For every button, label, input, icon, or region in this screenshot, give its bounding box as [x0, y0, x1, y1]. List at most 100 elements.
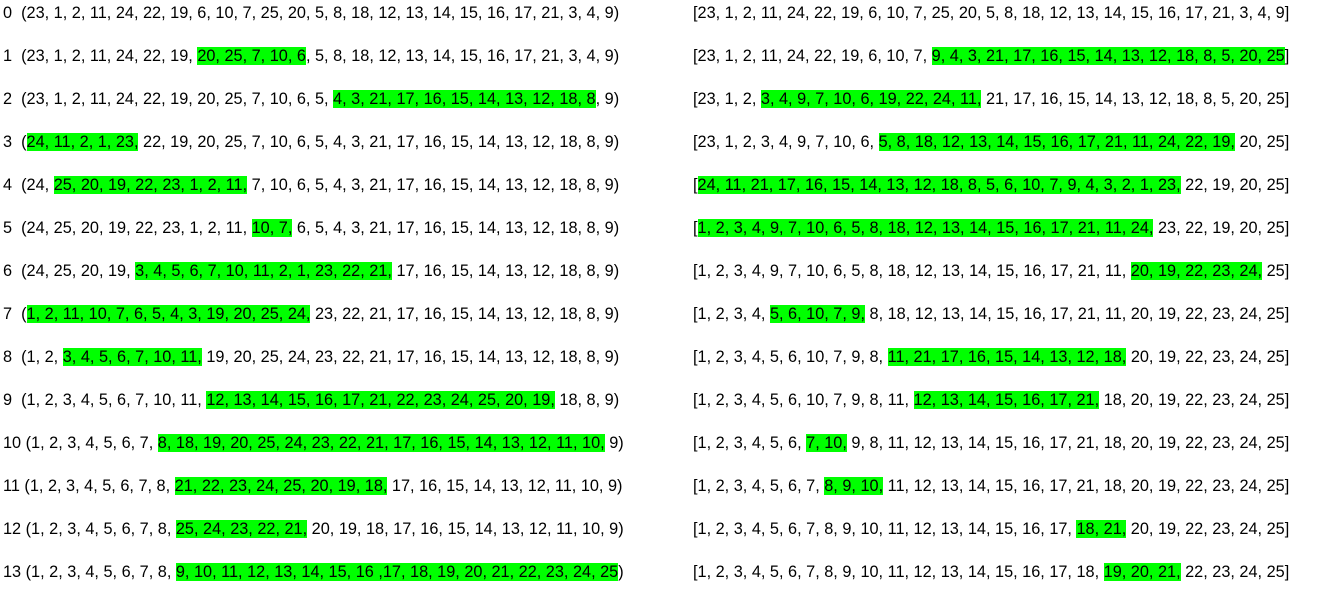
text-segment: 2 (23, 1, 2, 11, 24, 22, 19, 20, 25, 7, … — [3, 90, 334, 108]
text-segment: 9) — [604, 434, 624, 452]
text-segment: 8 (1, 2, — [3, 348, 63, 366]
text-segment: [1, 2, 3, 4, — [693, 305, 770, 323]
list-row: [1, 2, 3, 4, 5, 6, 7, 10, 9, 8, 11, 12, … — [693, 430, 1289, 473]
highlighted-segment: 12, 13, 14, 15, 16, 17, 21, 22, 23, 24, … — [206, 391, 555, 409]
text-segment: 4 (24, — [3, 176, 54, 194]
list-row: [1, 2, 3, 4, 5, 6, 10, 7, 9, 8, 11, 12, … — [693, 387, 1289, 430]
list-row: [24, 11, 21, 17, 16, 15, 14, 13, 12, 18,… — [693, 172, 1289, 215]
text-segment: 23, 22, 21, 17, 16, 15, 14, 13, 12, 18, … — [310, 305, 620, 323]
highlighted-segment: 10, 7, — [251, 219, 293, 237]
tuple-column: 0 (23, 1, 2, 11, 24, 22, 19, 6, 10, 7, 2… — [3, 0, 624, 602]
text-segment: 11 (1, 2, 3, 4, 5, 6, 7, 8, — [3, 477, 175, 495]
text-segment: 13 (1, 2, 3, 4, 5, 6, 7, 8, — [3, 563, 176, 581]
highlighted-segment: 11, 21, 17, 16, 15, 14, 13, 12, 18, — [887, 348, 1127, 366]
text-segment: 17, 16, 15, 14, 13, 12, 18, 8, 9) — [391, 262, 620, 280]
highlighted-segment: 18, 21, — [1076, 520, 1127, 538]
text-segment: [1, 2, 3, 4, 5, 6, 10, 7, 9, 8, 11, — [693, 391, 914, 409]
highlighted-segment: 25, 24, 23, 22, 21, — [175, 520, 308, 538]
tuple-row: 6 (24, 25, 20, 19, 3, 4, 5, 6, 7, 10, 11… — [3, 258, 624, 301]
text-segment: [1, 2, 3, 4, 5, 6, — [693, 434, 807, 452]
highlighted-segment: 21, 22, 23, 24, 25, 20, 19, 18, — [174, 477, 388, 495]
text-segment: ] — [1284, 47, 1290, 65]
text-segment: 20, 19, 22, 23, 24, 25] — [1126, 520, 1290, 538]
highlighted-segment: 24, 11, 2, 1, 23, — [26, 133, 139, 151]
text-segment: 0 (23, 1, 2, 11, 24, 22, 19, 6, 10, 7, 2… — [3, 4, 620, 22]
text-segment: 18, 20, 19, 22, 23, 24, 25] — [1099, 391, 1290, 409]
list-column: [23, 1, 2, 11, 24, 22, 19, 6, 10, 7, 25,… — [693, 0, 1289, 602]
text-segment: 22, 19, 20, 25] — [1180, 176, 1290, 194]
tuple-row: 9 (1, 2, 3, 4, 5, 6, 7, 10, 11, 12, 13, … — [3, 387, 624, 430]
text-segment: [1, 2, 3, 4, 5, 6, 7, 8, 9, 10, 11, 12, … — [693, 563, 1104, 581]
text-segment: , 5, 8, 18, 12, 13, 14, 15, 16, 17, 21, … — [305, 47, 620, 65]
highlighted-segment: 3, 4, 5, 6, 7, 10, 11, 2, 1, 23, 22, 21, — [135, 262, 392, 280]
highlighted-segment: 20, 19, 22, 23, 24, — [1130, 262, 1263, 280]
text-segment: 22, 23, 24, 25] — [1180, 563, 1290, 581]
text-segment: [ — [693, 176, 698, 194]
text-segment: 20, 25] — [1234, 133, 1290, 151]
text-segment: 7 ( — [3, 305, 27, 323]
tuple-row: 2 (23, 1, 2, 11, 24, 22, 19, 20, 25, 7, … — [3, 86, 624, 129]
highlighted-segment: 3, 4, 9, 7, 10, 6, 19, 22, 24, 11, — [760, 90, 982, 108]
highlighted-segment: 3, 4, 5, 6, 7, 10, 11, — [62, 348, 202, 366]
tuple-row: 7 (1, 2, 11, 10, 7, 6, 5, 4, 3, 19, 20, … — [3, 301, 624, 344]
text-segment: 19, 20, 25, 24, 23, 22, 21, 17, 16, 15, … — [201, 348, 620, 366]
text-segment: [23, 1, 2, 3, 4, 9, 7, 10, 6, — [693, 133, 879, 151]
text-segment: 20, 19, 18, 17, 16, 15, 14, 13, 12, 11, … — [307, 520, 624, 538]
tuple-row: 11 (1, 2, 3, 4, 5, 6, 7, 8, 21, 22, 23, … — [3, 473, 624, 516]
text-segment: 18, 8, 9) — [554, 391, 620, 409]
text-segment: 23, 22, 19, 20, 25] — [1153, 219, 1290, 237]
list-row: [1, 2, 3, 4, 5, 6, 7, 8, 9, 10, 11, 12, … — [693, 473, 1289, 516]
highlighted-segment: 20, 25, 7, 10, 6 — [197, 47, 306, 65]
text-segment: [1, 2, 3, 4, 5, 6, 7, 8, 9, 10, 11, 12, … — [693, 520, 1077, 538]
text-segment: ) — [618, 563, 624, 581]
tuple-row: 1 (23, 1, 2, 11, 24, 22, 19, 20, 25, 7, … — [3, 43, 624, 86]
text-segment: 11, 12, 13, 14, 15, 16, 17, 21, 18, 20, … — [883, 477, 1290, 495]
tuple-row: 8 (1, 2, 3, 4, 5, 6, 7, 10, 11, 19, 20, … — [3, 344, 624, 387]
list-row: [1, 2, 3, 4, 9, 7, 10, 6, 5, 8, 18, 12, … — [693, 215, 1289, 258]
list-row: [1, 2, 3, 4, 5, 6, 7, 8, 9, 10, 11, 12, … — [693, 516, 1289, 559]
text-segment: 1 (23, 1, 2, 11, 24, 22, 19, — [3, 47, 198, 65]
text-segment: [ — [693, 219, 698, 237]
highlighted-segment: 9, 4, 3, 21, 17, 16, 15, 14, 13, 12, 18,… — [931, 47, 1285, 65]
highlighted-segment: 25, 20, 19, 22, 23, 1, 2, 11, — [53, 176, 248, 194]
highlighted-segment: 24, 11, 21, 17, 16, 15, 14, 13, 12, 18, … — [697, 176, 1181, 194]
text-segment: [23, 1, 2, — [693, 90, 761, 108]
text-segment: [1, 2, 3, 4, 9, 7, 10, 6, 5, 8, 18, 12, … — [693, 262, 1131, 280]
list-row: [23, 1, 2, 11, 24, 22, 19, 6, 10, 7, 9, … — [693, 43, 1289, 86]
text-segment: 21, 17, 16, 15, 14, 13, 12, 18, 8, 5, 20… — [981, 90, 1290, 108]
list-row: [23, 1, 2, 3, 4, 9, 7, 10, 6, 5, 8, 18, … — [693, 129, 1289, 172]
highlighted-segment: 8, 18, 19, 20, 25, 24, 23, 22, 21, 17, 1… — [157, 434, 605, 452]
tuple-row: 10 (1, 2, 3, 4, 5, 6, 7, 8, 18, 19, 20, … — [3, 430, 624, 473]
text-segment: 9 (1, 2, 3, 4, 5, 6, 7, 10, 11, — [3, 391, 207, 409]
tuple-row: 13 (1, 2, 3, 4, 5, 6, 7, 8, 9, 10, 11, 1… — [3, 559, 624, 602]
text-segment: 9, 8, 11, 12, 13, 14, 15, 16, 17, 21, 18… — [846, 434, 1290, 452]
text-segment: 20, 19, 22, 23, 24, 25] — [1126, 348, 1290, 366]
text-segment: 10 (1, 2, 3, 4, 5, 6, 7, — [3, 434, 158, 452]
text-segment: 12 (1, 2, 3, 4, 5, 6, 7, 8, — [3, 520, 176, 538]
highlighted-segment: 1, 2, 3, 4, 9, 7, 10, 6, 5, 8, 18, 12, 1… — [697, 219, 1154, 237]
text-segment: 17, 16, 15, 14, 13, 12, 11, 10, 9) — [387, 477, 623, 495]
list-row: [1, 2, 3, 4, 5, 6, 10, 7, 9, 8, 18, 12, … — [693, 301, 1289, 344]
highlighted-segment: 7, 10, — [806, 434, 847, 452]
highlighted-segment: 5, 8, 18, 12, 13, 14, 15, 16, 17, 21, 11… — [878, 133, 1235, 151]
text-segment: 6 (24, 25, 20, 19, — [3, 262, 136, 280]
highlighted-segment: 9, 10, 11, 12, 13, 14, 15, 16 ,17, 18, 1… — [175, 563, 619, 581]
list-row: [23, 1, 2, 11, 24, 22, 19, 6, 10, 7, 25,… — [693, 0, 1289, 43]
tuple-row: 4 (24, 25, 20, 19, 22, 23, 1, 2, 11, 7, … — [3, 172, 624, 215]
tuple-row: 12 (1, 2, 3, 4, 5, 6, 7, 8, 25, 24, 23, … — [3, 516, 624, 559]
text-segment: 7, 10, 6, 5, 4, 3, 21, 17, 16, 15, 14, 1… — [247, 176, 620, 194]
list-row: [23, 1, 2, 3, 4, 9, 7, 10, 6, 19, 22, 24… — [693, 86, 1289, 129]
highlighted-segment: 19, 20, 21, — [1103, 563, 1181, 581]
highlighted-segment: 8, 9, 10, — [824, 477, 884, 495]
text-segment: 5 (24, 25, 20, 19, 22, 23, 1, 2, 11, — [3, 219, 252, 237]
list-row: [1, 2, 3, 4, 5, 6, 7, 8, 9, 10, 11, 12, … — [693, 559, 1289, 602]
highlighted-segment: 12, 13, 14, 15, 16, 17, 21, — [913, 391, 1100, 409]
text-segment: 6, 5, 4, 3, 21, 17, 16, 15, 14, 13, 12, … — [292, 219, 620, 237]
text-segment: [1, 2, 3, 4, 5, 6, 10, 7, 9, 8, — [693, 348, 888, 366]
text-segment: [23, 1, 2, 11, 24, 22, 19, 6, 10, 7, 25,… — [693, 4, 1290, 22]
list-row: [1, 2, 3, 4, 5, 6, 10, 7, 9, 8, 11, 21, … — [693, 344, 1289, 387]
highlighted-segment: 4, 3, 21, 17, 16, 15, 14, 13, 12, 18, 8 — [333, 90, 596, 108]
highlighted-segment: 1, 2, 11, 10, 7, 6, 5, 4, 3, 19, 20, 25,… — [26, 305, 311, 323]
text-segment: 8, 18, 12, 13, 14, 15, 16, 17, 21, 11, 2… — [864, 305, 1290, 323]
text-segment: 25] — [1262, 262, 1290, 280]
